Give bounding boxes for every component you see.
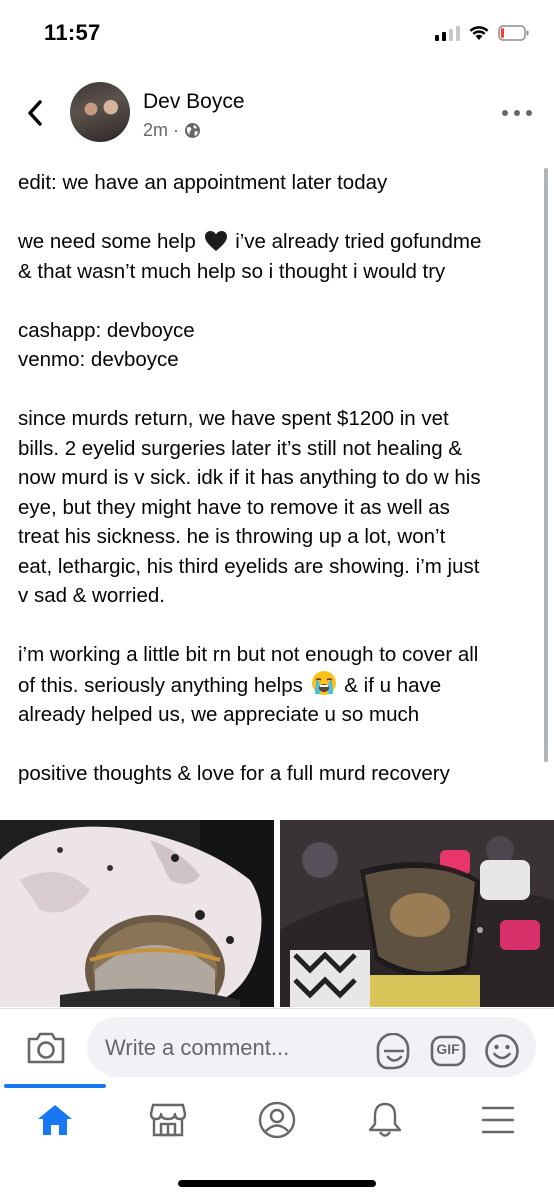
text-line: since murds return, we have spent $1200 … <box>18 407 449 430</box>
text-line: i’m working a little bit rn but not enou… <box>18 643 479 666</box>
text-line: positive thoughts & love for a full murd… <box>18 762 450 785</box>
status-icons <box>435 24 530 41</box>
comment-bar: Write a comment... GIF <box>0 1008 554 1084</box>
home-indicator[interactable] <box>178 1180 376 1187</box>
camera-button[interactable] <box>26 1031 66 1065</box>
gif-label: GIF <box>436 1041 460 1057</box>
profile-icon <box>258 1101 296 1139</box>
post-timestamp[interactable]: 2m <box>143 120 168 141</box>
tab-menu[interactable] <box>473 1098 523 1142</box>
paragraph-working: i’m working a little bit rn but not enou… <box>18 640 543 730</box>
avatar[interactable] <box>70 82 130 142</box>
dot <box>502 110 508 116</box>
text-line: we need some help i’ve already tried gof… <box>18 227 543 257</box>
tab-marketplace[interactable] <box>143 1098 193 1142</box>
paragraph-payment: cashapp: devboyce venmo: devboyce <box>18 316 543 375</box>
dot <box>514 110 520 116</box>
text-line: of this. seriously anything helps & if u… <box>18 670 543 701</box>
menu-icon <box>481 1106 515 1134</box>
text-line: v sad & worried. <box>18 584 165 607</box>
sticker-button[interactable] <box>374 1032 414 1071</box>
author-name[interactable]: Dev Boyce <box>143 90 245 114</box>
globe-icon <box>185 123 201 138</box>
dot <box>526 110 532 116</box>
sticker-icon <box>376 1032 410 1070</box>
text-line: treat his sickness. he is throwing up a … <box>18 525 446 548</box>
paragraph-closing: positive thoughts & love for a full murd… <box>18 759 543 789</box>
cashapp-line: cashapp: devboyce <box>18 318 195 342</box>
post-text: edit: we have an appointment later today… <box>18 168 543 789</box>
marketplace-icon <box>149 1103 187 1137</box>
paragraph-edit: edit: we have an appointment later today <box>18 168 543 198</box>
cat-photo-2[interactable] <box>280 820 554 1007</box>
photo-grid <box>0 820 554 1007</box>
home-icon <box>38 1105 72 1135</box>
battery-icon <box>498 24 529 41</box>
text-line: & that wasn’t much help so i thought i w… <box>18 259 446 283</box>
post-meta: 2m · <box>143 120 201 141</box>
text-segment: we need some help <box>18 230 196 253</box>
loudly-crying-face-icon <box>311 670 336 695</box>
emoji-button[interactable] <box>484 1033 520 1069</box>
tab-profile[interactable] <box>252 1098 302 1142</box>
paragraph-story: since murds return, we have spent $1200 … <box>18 404 543 611</box>
text-line: now murd is v sick. idk if it has anythi… <box>18 466 481 489</box>
chevron-left-icon <box>28 100 42 126</box>
text-line: already helped us, we appreciate u so mu… <box>18 703 420 726</box>
status-bar: 11:57 <box>0 0 554 64</box>
smiley-icon <box>485 1034 519 1068</box>
text-line: eat, lethargic, his third eyelids are sh… <box>18 554 480 578</box>
scroll-indicator[interactable] <box>544 168 548 762</box>
gif-button[interactable]: GIF <box>430 1035 466 1067</box>
back-button[interactable] <box>20 96 50 130</box>
text-line: eye, but they might have to remove it as… <box>18 495 450 519</box>
cellular-signal-icon <box>435 25 460 41</box>
post-header: Dev Boyce 2m · <box>0 78 554 148</box>
cat-photo-2-image <box>280 820 554 1007</box>
more-options-button[interactable] <box>502 108 532 118</box>
text-segment: i’ve already tried gofundme <box>235 230 482 253</box>
cat-photo-1[interactable] <box>0 820 274 1007</box>
tab-notifications[interactable] <box>360 1098 410 1142</box>
comment-placeholder: Write a comment... <box>105 1035 290 1060</box>
text-segment: & if u have <box>344 673 442 697</box>
tab-home[interactable] <box>30 1098 80 1142</box>
camera-icon <box>27 1032 65 1064</box>
black-heart-icon <box>204 231 227 251</box>
text-line: bills. 2 eyelid surgeries later it’s sti… <box>18 436 463 460</box>
bell-icon <box>368 1102 402 1137</box>
active-tab-indicator <box>4 1084 106 1088</box>
venmo-line: venmo: devboyce <box>18 348 179 371</box>
cat-photo-1-image <box>0 820 274 1007</box>
meta-separator: · <box>173 120 180 140</box>
text-segment: of this. seriously anything helps <box>18 673 303 697</box>
status-time: 11:57 <box>44 20 101 45</box>
bottom-nav <box>0 1084 554 1156</box>
wifi-icon <box>469 26 489 40</box>
paragraph-help: we need some help i’ve already tried gof… <box>18 227 543 286</box>
text-line: edit: we have an appointment later today <box>18 171 388 194</box>
